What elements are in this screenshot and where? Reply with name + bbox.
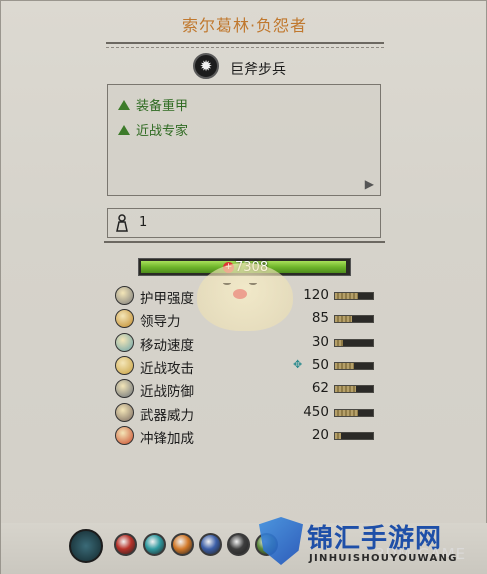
stat-bar-fill: [335, 339, 343, 346]
stat-bar: [334, 408, 374, 417]
leadership-icon: [115, 309, 134, 329]
melee-defence-icon: [115, 379, 134, 399]
unit-title: 索尔葛林·负怨者: [181, 16, 308, 35]
stat-value: 62: [311, 380, 329, 397]
stat-row[interactable]: 冲锋加成 20: [115, 425, 377, 447]
armor-icon: [115, 286, 134, 305]
charge-bonus-icon: [115, 425, 134, 445]
stat-row[interactable]: 近战防御 62: [115, 378, 377, 400]
stat-bar-fill: [335, 362, 354, 369]
title-bar: 索尔葛林·负怨者: [1, 1, 487, 45]
stat-bar-fill: [335, 386, 356, 393]
stat-label: 武器威力: [140, 407, 194, 424]
title-divider: [106, 42, 384, 48]
trait-label: 装备重甲: [136, 99, 189, 114]
ability-orange-icon[interactable]: [171, 533, 194, 556]
traits-box: 装备重甲 近战专家 ▶: [107, 84, 381, 196]
stat-value: 85: [311, 310, 329, 327]
stat-bar-fill: [335, 316, 353, 323]
stat-value: 450: [303, 403, 329, 420]
scroll-right-arrow-icon[interactable]: ▶: [365, 177, 374, 191]
ability-blue-icon[interactable]: [199, 533, 222, 556]
stat-label: 近战攻击: [140, 360, 194, 377]
stat-row[interactable]: 移动速度 30: [115, 332, 377, 354]
stat-row[interactable]: 领导力 85: [115, 308, 377, 330]
stat-bar: [334, 385, 374, 394]
stat-bar-fill: [335, 293, 358, 299]
unit-count-value: 1: [139, 215, 148, 230]
watermark-subtitle: JINHUISHOUYOUWANG: [309, 553, 458, 564]
trait-up-arrow-icon: [118, 125, 130, 135]
soldier-count-icon: [116, 214, 128, 232]
stat-bar: [334, 292, 374, 300]
stat-row[interactable]: 护甲强度 120: [115, 285, 377, 307]
stat-label: 近战防御: [140, 384, 194, 401]
trait-up-arrow-icon: [118, 100, 130, 110]
melee-attack-icon: [115, 355, 134, 375]
stat-label: 冲锋加成: [140, 430, 194, 447]
ability-portrait-icon[interactable]: [69, 529, 103, 563]
stat-bar: [334, 315, 374, 324]
stat-value: 20: [311, 426, 329, 443]
stat-row[interactable]: 近战攻击 ✥ 50: [115, 355, 377, 377]
unit-count-box: 1: [107, 208, 381, 238]
trait-item[interactable]: 装备重甲: [118, 95, 188, 114]
stat-row[interactable]: 武器威力 450: [115, 402, 377, 424]
stat-bar: [334, 431, 374, 440]
stat-label: 护甲强度: [140, 291, 194, 307]
stat-label: 领导力: [140, 314, 181, 331]
stat-bar: [334, 361, 374, 370]
section-divider: [104, 241, 385, 245]
stat-bar-fill: [335, 432, 341, 439]
watermark-logo: 锦汇手游网 3DM GAME JINHUISHOUYOUWANG: [255, 513, 487, 574]
speed-icon: [115, 332, 134, 352]
stat-value: 120: [303, 287, 329, 303]
trait-label: 近战专家: [136, 124, 189, 139]
watermark-shield-icon: [259, 517, 303, 565]
stat-value: 30: [311, 333, 329, 350]
unit-type-name: 巨斧步兵: [230, 62, 286, 78]
ability-red-shield-icon[interactable]: [114, 533, 137, 556]
stat-value: 50: [311, 356, 329, 373]
stat-label: 移动速度: [140, 337, 194, 354]
weapon-strength-icon: [115, 402, 134, 422]
ability-dark-icon[interactable]: [227, 533, 250, 556]
unit-info-panel: 索尔葛林·负怨者 ✹ 巨斧步兵 装备重甲 近战专家 ▶ 1 + 7308 护甲强…: [0, 0, 487, 574]
stat-bar-fill: [335, 409, 358, 416]
starburst-icon: ✹: [193, 53, 219, 79]
trait-item[interactable]: 近战专家: [118, 120, 188, 139]
stat-bar: [334, 338, 374, 347]
ability-teal-icon[interactable]: [143, 533, 166, 556]
